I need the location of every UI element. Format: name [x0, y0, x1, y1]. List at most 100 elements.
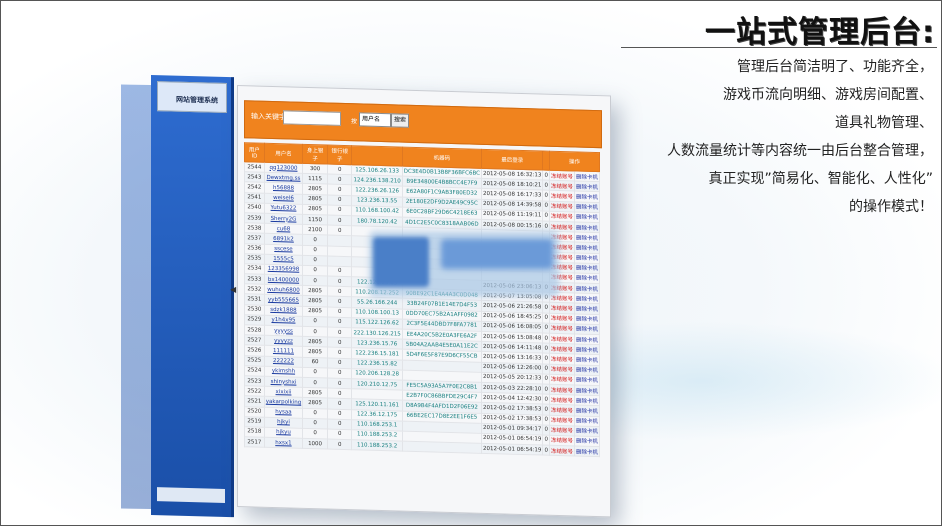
- row-silver: 0: [302, 275, 328, 287]
- row-bank-silver: [327, 235, 352, 247]
- sidebar-item[interactable]: [159, 163, 225, 187]
- delete-machine-link[interactable]: 删除卡机: [574, 435, 600, 447]
- search-button[interactable]: 搜索: [391, 113, 409, 128]
- row-silver: 2100: [302, 224, 328, 236]
- freeze-account-link[interactable]: 冻结账号: [549, 323, 575, 334]
- row-machine-code: [402, 441, 482, 454]
- description-line: 的操作模式！: [849, 199, 933, 215]
- row-username[interactable]: hxsx1: [264, 437, 303, 449]
- row-id: 2523: [244, 375, 265, 387]
- delete-machine-link[interactable]: 删除卡机: [574, 445, 600, 457]
- admin-sidebar: 网站管理系统: [151, 75, 234, 518]
- sidebar-item[interactable]: [159, 119, 225, 143]
- row-ip: 110.188.253.2: [351, 439, 403, 452]
- freeze-account-link[interactable]: 冻结账号: [549, 302, 575, 314]
- collapse-arrow-icon[interactable]: ◀: [230, 285, 236, 294]
- sidebar-item[interactable]: [159, 229, 225, 253]
- row-id: 2534: [244, 263, 265, 275]
- sidebar-item[interactable]: [159, 141, 225, 165]
- freeze-account-link[interactable]: 冻结账号: [549, 180, 575, 192]
- freeze-account-link[interactable]: 冻结账号: [549, 333, 575, 345]
- delete-machine-link[interactable]: 删除卡机: [574, 211, 600, 223]
- row-bank-silver: 0: [327, 377, 352, 389]
- row-silver: 2805: [302, 346, 328, 358]
- freeze-account-link[interactable]: 冻结账号: [549, 210, 575, 222]
- row-silver: 60: [302, 356, 328, 368]
- row-silver: 1115: [302, 173, 328, 185]
- delete-machine-link[interactable]: 删除卡机: [574, 395, 600, 406]
- column-header: 操作: [549, 151, 600, 172]
- row-bank-silver: 0: [327, 316, 352, 328]
- delete-machine-link[interactable]: 删除卡机: [574, 415, 600, 427]
- freeze-account-link[interactable]: 冻结账号: [549, 373, 575, 385]
- delete-machine-link[interactable]: 删除卡机: [574, 425, 600, 437]
- row-id: 2522: [244, 385, 265, 397]
- freeze-account-link[interactable]: 冻结账号: [549, 200, 575, 212]
- row-id: 2542: [244, 182, 265, 193]
- row-bank-silver: 0: [327, 296, 352, 308]
- delete-machine-link[interactable]: 删除卡机: [574, 323, 600, 335]
- freeze-account-link[interactable]: 冻结账号: [549, 435, 575, 446]
- row-silver: 0: [302, 367, 328, 378]
- row-silver: 0: [302, 244, 328, 256]
- freeze-account-link[interactable]: 冻结账号: [549, 414, 575, 426]
- freeze-account-link[interactable]: 冻结账号: [549, 394, 575, 406]
- freeze-account-link[interactable]: 冻结账号: [549, 424, 575, 436]
- delete-machine-link[interactable]: 删除卡机: [574, 364, 600, 376]
- freeze-account-link[interactable]: 冻结账号: [549, 343, 575, 355]
- row-bank-silver: 0: [327, 428, 352, 440]
- row-silver: 2805: [302, 336, 328, 348]
- delete-machine-link[interactable]: 删除卡机: [574, 333, 600, 345]
- delete-machine-link[interactable]: 删除卡机: [574, 262, 600, 274]
- headline: 一站式管理后台:: [705, 15, 935, 50]
- freeze-account-link[interactable]: 冻结账号: [549, 312, 575, 324]
- row-id: 2520: [244, 406, 265, 417]
- row-silver: 1150: [302, 214, 328, 226]
- row-id: 2541: [244, 192, 265, 204]
- delete-machine-link[interactable]: 删除卡机: [574, 344, 600, 356]
- delete-machine-link[interactable]: 删除卡机: [574, 313, 600, 325]
- delete-machine-link[interactable]: 删除卡机: [574, 384, 600, 396]
- delete-machine-link[interactable]: 删除卡机: [574, 191, 600, 203]
- delete-machine-link[interactable]: 删除卡机: [574, 374, 600, 386]
- delete-machine-link[interactable]: 删除卡机: [574, 272, 600, 284]
- row-id: 2533: [244, 273, 265, 285]
- search-label: 输入关键字: [251, 112, 286, 122]
- sidebar-menu: [159, 119, 225, 253]
- delete-machine-link[interactable]: 删除卡机: [574, 221, 600, 233]
- freeze-account-link[interactable]: 冻结账号: [549, 404, 575, 416]
- freeze-account-link[interactable]: 冻结账号: [549, 170, 575, 182]
- search-field-select[interactable]: 用户名: [359, 112, 391, 128]
- search-input[interactable]: [283, 110, 341, 126]
- row-silver: 2805: [302, 183, 328, 195]
- row-bank-silver: 0: [327, 225, 352, 237]
- row-bank-silver: [327, 255, 352, 267]
- delete-machine-link[interactable]: 删除卡机: [574, 252, 600, 264]
- delete-machine-link[interactable]: 删除卡机: [574, 232, 600, 243]
- delete-machine-link[interactable]: 删除卡机: [574, 354, 600, 366]
- row-bank-silver: 0: [327, 357, 352, 369]
- row-bank-silver: 0: [327, 276, 352, 287]
- freeze-account-link[interactable]: 冻结账号: [549, 384, 575, 396]
- delete-machine-link[interactable]: 删除卡机: [574, 181, 600, 193]
- freeze-account-link[interactable]: 冻结账号: [549, 353, 575, 365]
- row-last-login: 2012-05-01 06:54:19: [481, 443, 543, 456]
- freeze-account-link[interactable]: 冻结账号: [549, 363, 575, 375]
- row-id: 2525: [244, 355, 265, 367]
- row-bank-silver: 0: [327, 306, 352, 318]
- delete-machine-link[interactable]: 删除卡机: [574, 293, 600, 305]
- delete-machine-link[interactable]: 删除卡机: [574, 201, 600, 213]
- delete-machine-link[interactable]: 删除卡机: [574, 242, 600, 254]
- freeze-account-link[interactable]: 冻结账号: [549, 190, 575, 202]
- freeze-account-link[interactable]: 冻结账号: [549, 445, 575, 457]
- delete-machine-link[interactable]: 删除卡机: [574, 282, 600, 294]
- promo-frame: 一站式管理后台: 管理后台简洁明了、功能齐全， 游戏币流向明细、游戏房间配置、 …: [0, 0, 942, 526]
- delete-machine-link[interactable]: 删除卡机: [574, 405, 600, 417]
- delete-machine-link[interactable]: 删除卡机: [574, 303, 600, 315]
- sidebar-item[interactable]: [159, 185, 225, 209]
- delete-machine-link[interactable]: 删除卡机: [574, 170, 600, 182]
- sidebar-item[interactable]: [159, 207, 225, 231]
- row-bank-silver: 0: [327, 174, 352, 186]
- row-bank-silver: 0: [327, 337, 352, 349]
- row-id: 2536: [244, 243, 265, 254]
